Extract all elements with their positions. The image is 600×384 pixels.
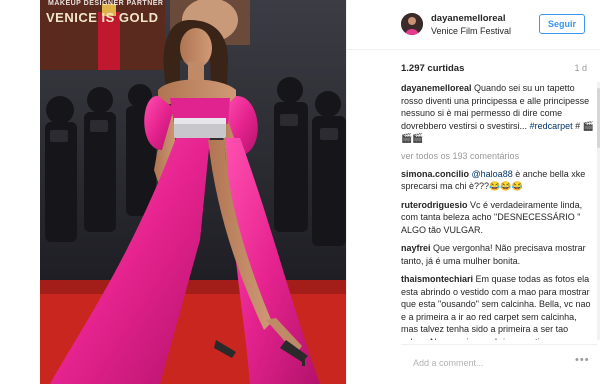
post-header: dayanemelloreal Venice Film Festival Seg… xyxy=(347,0,600,50)
follow-button[interactable]: Seguir xyxy=(539,14,585,34)
post-age[interactable]: 1 d xyxy=(574,63,587,73)
comment-username[interactable]: ruterodriguesio xyxy=(401,200,468,210)
billboard-title: VENICE IS GOLD xyxy=(46,10,159,25)
comment-item: thaismontechiari Em quase todas as fotos… xyxy=(401,273,595,340)
comment-mention[interactable]: @haloa88 xyxy=(472,169,513,179)
post-location[interactable]: Venice Film Festival xyxy=(431,26,511,36)
comment-username[interactable]: thaismontechiari xyxy=(401,274,473,284)
caption: dayanemelloreal Quando sei su un tapetto… xyxy=(401,82,595,145)
post-image xyxy=(40,0,346,384)
avatar[interactable] xyxy=(401,13,423,35)
likes-count[interactable]: 1.297 curtidas xyxy=(401,63,464,74)
post-sidebar: dayanemelloreal Venice Film Festival Seg… xyxy=(346,0,600,384)
add-comment-input[interactable] xyxy=(413,355,563,371)
comment-item: nayfrei Que vergonha! Não precisava most… xyxy=(401,242,595,267)
billboard-caption: MAKEUP DESIGNER PARTNER xyxy=(48,0,164,7)
post-stats: 1.297 curtidas 1 d xyxy=(401,63,597,77)
comment-item: ruterodriguesio Vc é verdadeiramente lin… xyxy=(401,199,595,237)
caption-hashtag[interactable]: #redcarpet xyxy=(530,121,573,131)
post-username[interactable]: dayanemelloreal xyxy=(431,13,505,24)
avatar-image xyxy=(401,13,423,35)
more-options-icon[interactable]: ••• xyxy=(575,354,590,366)
view-all-comments-link[interactable]: ver todos os 193 comentários xyxy=(401,151,595,161)
comments-list[interactable]: dayanemelloreal Quando sei su un tapetto… xyxy=(401,82,595,340)
comment-username[interactable]: simona.concilio xyxy=(401,169,469,179)
comment-username[interactable]: nayfrei xyxy=(401,243,431,253)
comment-item: simona.concilio @haloa88 è anche bella x… xyxy=(401,168,595,193)
post-photo[interactable]: MAKEUP DESIGNER PARTNER VENICE IS GOLD xyxy=(40,0,346,384)
caption-username[interactable]: dayanemelloreal xyxy=(401,83,472,93)
add-comment-bar: ••• xyxy=(401,344,597,384)
